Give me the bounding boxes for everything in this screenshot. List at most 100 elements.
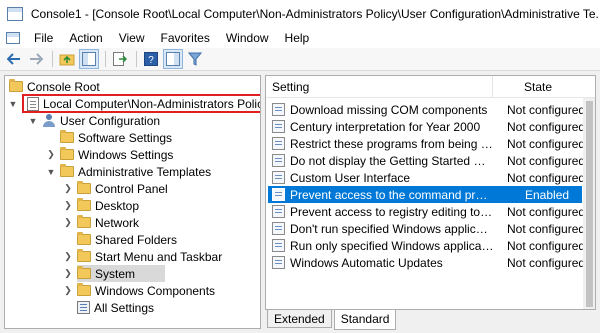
- chevron-right-icon[interactable]: ❯: [62, 268, 74, 279]
- policy-setting-icon: [272, 205, 285, 218]
- policy-setting-icon: [272, 103, 285, 116]
- tree-item-label: Control Panel: [95, 181, 168, 196]
- tree-item-network[interactable]: ❯ Network: [62, 214, 139, 231]
- menu-help[interactable]: Help: [277, 28, 318, 48]
- tree-item-label: Console Root: [27, 79, 100, 94]
- tree-item-start-menu-taskbar[interactable]: ❯ Start Menu and Taskbar: [62, 248, 222, 265]
- setting-state: Not configured: [507, 102, 586, 117]
- view-tabs: Extended Standard: [265, 310, 596, 330]
- export-list-icon[interactable]: [110, 49, 130, 69]
- all-settings-icon: [77, 301, 90, 314]
- tree-item-all-settings[interactable]: All Settings: [77, 299, 154, 316]
- list-item[interactable]: Download missing COM components Not conf…: [268, 101, 586, 118]
- list-item[interactable]: Century interpretation for Year 2000 Not…: [268, 118, 585, 135]
- up-folder-icon[interactable]: [57, 49, 77, 69]
- setting-name: Do not display the Getting Started welco…: [290, 153, 494, 168]
- selected-node-highlight: System: [77, 265, 166, 282]
- tree-item-windows-components[interactable]: ❯ Windows Components: [62, 282, 215, 299]
- chevron-right-icon[interactable]: ❯: [62, 200, 74, 211]
- tree-item-control-panel[interactable]: ❯ Control Panel: [62, 180, 168, 197]
- tab-extended[interactable]: Extended: [267, 310, 332, 328]
- tree-item-label: Start Menu and Taskbar: [95, 249, 223, 264]
- column-divider[interactable]: [492, 76, 493, 98]
- folder-icon: [77, 283, 91, 296]
- policy-setting-icon: [272, 222, 285, 235]
- tree-item-label: User Configuration: [60, 113, 161, 128]
- list-item[interactable]: Windows Automatic Updates Not configured: [268, 254, 585, 271]
- list-item[interactable]: Don't run specified Windows applications…: [268, 220, 585, 237]
- folder-icon: [60, 130, 74, 143]
- setting-state: Not configured: [507, 170, 586, 185]
- system-menu-icon[interactable]: [6, 32, 20, 44]
- chevron-down-icon[interactable]: ▼: [27, 116, 39, 126]
- toolbar-separator: [105, 51, 106, 67]
- tree-item-console-root[interactable]: Console Root: [9, 78, 100, 95]
- chevron-right-icon[interactable]: ❯: [62, 217, 74, 228]
- back-arrow-icon[interactable]: [4, 49, 24, 69]
- scrollbar-thumb[interactable]: [586, 101, 593, 307]
- folder-icon: [77, 215, 91, 228]
- window-title: Console1 - [Console Root\Local Computer\…: [30, 7, 600, 21]
- menu-favorites[interactable]: Favorites: [153, 28, 218, 48]
- list-item[interactable]: Run only specified Windows applications …: [268, 237, 585, 254]
- tree-item-windows-settings[interactable]: ❯ Windows Settings: [45, 146, 173, 163]
- tree-item-label: Windows Components: [95, 283, 216, 298]
- tree-item-label: Windows Settings: [78, 147, 174, 162]
- tree-item-label: System: [95, 266, 136, 281]
- column-header-state[interactable]: State: [524, 80, 552, 94]
- setting-name: Custom User Interface: [290, 170, 411, 185]
- toolbar: ?: [0, 48, 600, 71]
- tree-item-system[interactable]: ❯ System: [62, 265, 202, 282]
- menu-file[interactable]: File: [26, 28, 61, 48]
- chevron-right-icon[interactable]: ❯: [62, 183, 74, 194]
- tab-standard[interactable]: Standard: [333, 310, 397, 330]
- tree-item-shared-folders[interactable]: Shared Folders: [77, 231, 177, 248]
- chevron-right-icon[interactable]: ❯: [62, 285, 74, 296]
- tree-item-software-settings[interactable]: Software Settings: [60, 129, 172, 146]
- chevron-right-icon[interactable]: ❯: [45, 149, 57, 160]
- setting-name: Prevent access to registry editing tools: [290, 204, 494, 219]
- settings-list: Setting State Download missing COM compo…: [265, 75, 596, 310]
- chevron-down-icon[interactable]: ▼: [7, 99, 19, 109]
- tree-item-desktop[interactable]: ❯ Desktop: [62, 197, 139, 214]
- list-item[interactable]: Do not display the Getting Started welco…: [268, 152, 586, 169]
- setting-state: Not configured: [507, 153, 586, 168]
- tree-item-label: Administrative Templates: [78, 164, 212, 179]
- menu-window[interactable]: Window: [218, 28, 277, 48]
- mmc-app-icon: [7, 7, 23, 21]
- forward-arrow-icon[interactable]: [26, 49, 46, 69]
- policy-setting-icon: [272, 188, 285, 201]
- menu-action[interactable]: Action: [61, 28, 110, 48]
- chevron-right-icon[interactable]: ❯: [62, 251, 74, 262]
- vertical-scrollbar[interactable]: [583, 98, 595, 309]
- tree-item-administrative-templates[interactable]: ▼ Administrative Templates: [45, 163, 211, 180]
- show-hide-pane-icon[interactable]: [163, 49, 183, 69]
- policy-setting-icon: [272, 154, 285, 167]
- list-item[interactable]: Prevent access to registry editing tools…: [268, 203, 586, 220]
- policy-setting-icon: [272, 137, 285, 150]
- tree-item-policy[interactable]: ▼ Local Computer\Non-Administrators Poli…: [7, 94, 261, 113]
- chevron-down-icon[interactable]: ▼: [45, 167, 57, 177]
- policy-setting-icon: [272, 239, 285, 252]
- tree-item-label: All Settings: [94, 300, 155, 315]
- list-item[interactable]: Restrict these programs from being laun.…: [268, 135, 586, 152]
- console-tree: Console Root ▼ Local Computer\Non-Admini…: [4, 75, 261, 329]
- column-header-setting[interactable]: Setting: [272, 80, 309, 94]
- folder-icon: [77, 181, 91, 194]
- setting-state: Not configured: [507, 136, 586, 151]
- tree-item-label: Local Computer\Non-Administrators Policy: [43, 96, 261, 111]
- folder-icon: [60, 164, 74, 177]
- folder-icon: [77, 232, 91, 245]
- tree-item-user-configuration[interactable]: ▼ User Configuration: [27, 112, 160, 129]
- setting-state: Not configured: [507, 204, 586, 219]
- show-tree-icon[interactable]: [79, 49, 99, 69]
- list-item-selected[interactable]: Prevent access to the command prompt Ena…: [268, 186, 582, 203]
- help-icon[interactable]: ?: [141, 49, 161, 69]
- menu-view[interactable]: View: [111, 28, 153, 48]
- setting-name: Windows Automatic Updates: [290, 255, 443, 270]
- folder-icon: [77, 249, 91, 262]
- tree-item-label: Desktop: [95, 198, 140, 213]
- list-item[interactable]: Custom User Interface Not configured: [268, 169, 586, 186]
- list-header: Setting State: [266, 76, 595, 98]
- filter-icon[interactable]: [185, 49, 205, 69]
